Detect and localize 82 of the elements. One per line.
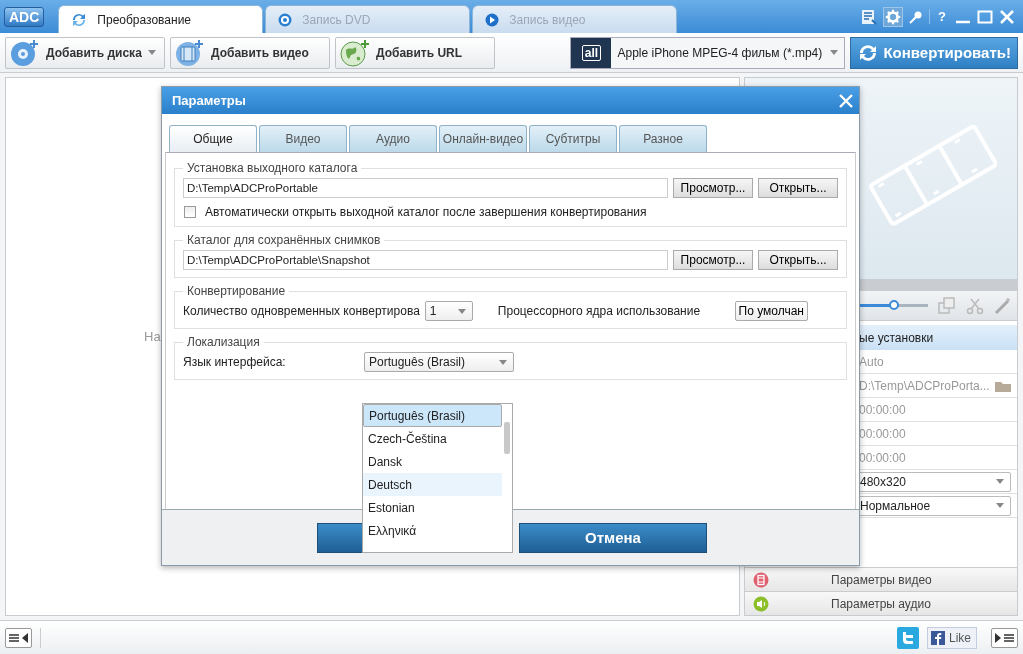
caret-icon [996, 503, 1004, 508]
dialog-title: Параметры [172, 93, 247, 108]
language-option[interactable]: Estonian [363, 496, 502, 519]
settings-tab[interactable]: Разное [619, 125, 707, 152]
left-arrow-icon [22, 632, 28, 643]
mode-tab[interactable]: Преобразование [58, 5, 264, 33]
slider-thumb[interactable] [889, 300, 899, 310]
cancel-button[interactable]: Отмена [519, 522, 707, 553]
open-button[interactable]: Открыть... [758, 250, 838, 270]
property-value: 00:00:00 [859, 426, 907, 441]
format-select[interactable]: all Apple iPhone MPEG-4 фильм (*.mp4) [570, 36, 846, 69]
property-value: 00:00:00 [859, 402, 907, 417]
property-value: 00:00:00 [859, 450, 907, 465]
add-button[interactable]: Добавить URL [335, 36, 495, 69]
film-add-icon [175, 38, 205, 67]
checkbox-label: Автоматически открыть выходной каталог после завершения конвертирования [205, 205, 647, 219]
disc-add-icon [10, 38, 40, 67]
count-select[interactable]: 1 [424, 301, 473, 321]
property-value: Auto [859, 354, 885, 369]
f-logo-icon [931, 630, 945, 645]
property-value: D:\Temp\ADCProPorta... [859, 378, 991, 393]
panel-toggle-button[interactable] [991, 627, 1018, 648]
language-label: Язык интерфейса: [183, 355, 287, 369]
settings-tab[interactable]: Аудио [349, 125, 437, 152]
speaker-icon [753, 595, 769, 612]
path-field[interactable]: D:\Temp\ADCProPortable [183, 178, 668, 198]
playlist-toggle-button[interactable] [5, 627, 32, 648]
settings-tab[interactable]: Видео [259, 125, 347, 152]
cores-label: Процессорного ядра использование [497, 304, 701, 318]
log-icon[interactable] [861, 8, 878, 25]
count-label: Количество одновременных конвертирова [183, 304, 420, 318]
language-option[interactable]: Português (Brasil) [363, 404, 502, 427]
caret-icon [457, 308, 466, 314]
list-icon [9, 632, 19, 643]
language-select[interactable]: Português (Brasil) [364, 352, 514, 372]
group-title: Каталог для сохранённых снимков [186, 233, 382, 247]
scrollbar-thumb[interactable] [504, 422, 510, 454]
language-option[interactable]: Ελληνικά [363, 519, 502, 542]
list-icon [1004, 632, 1014, 643]
app-logo: ADC [4, 6, 45, 27]
key-icon[interactable] [909, 9, 924, 24]
group-title: Локализация [186, 335, 261, 349]
language-option[interactable]: Dansk [363, 450, 502, 473]
caret-icon [148, 50, 156, 55]
like-button[interactable]: Like [927, 626, 977, 649]
disc-icon [278, 12, 293, 27]
caret-icon [499, 359, 507, 365]
caret-icon [830, 50, 839, 55]
maximize-icon[interactable] [977, 8, 993, 25]
settings-tab[interactable]: Онлайн-видео [439, 125, 527, 152]
path-field[interactable]: D:\Temp\ADCProPortable\Snapshot [183, 250, 668, 270]
settings-icon[interactable] [883, 6, 904, 27]
add-button[interactable]: Добавить диска [5, 36, 165, 69]
play-icon [485, 12, 500, 27]
close-button[interactable] [839, 93, 853, 108]
group-title: Установка выходного каталога [186, 161, 359, 175]
group-title: Конвертирование [186, 284, 287, 298]
copy-icon[interactable] [938, 296, 956, 315]
refresh-icon [71, 11, 88, 28]
settings-tab[interactable]: Общие [169, 125, 257, 152]
browse-button[interactable]: Просмотр... [673, 250, 753, 270]
add-button[interactable]: Добавить видео [170, 36, 330, 69]
scissors-icon[interactable] [966, 296, 984, 315]
language-option[interactable]: Czech-Čeština [363, 427, 502, 450]
open-button[interactable]: Открыть... [758, 178, 838, 198]
section-bar[interactable]: Параметры аудио [745, 591, 1017, 615]
checkbox[interactable] [184, 206, 196, 218]
section-bar[interactable]: Параметры видео [745, 567, 1017, 591]
caret-icon [996, 479, 1004, 484]
hint-text: На [144, 329, 161, 344]
browse-button[interactable]: Просмотр... [673, 178, 753, 198]
right-arrow-icon [995, 632, 1001, 643]
wand-icon[interactable] [994, 296, 1012, 315]
bird-icon[interactable] [897, 626, 919, 649]
close-icon[interactable] [999, 8, 1015, 25]
folder-icon[interactable] [995, 379, 1011, 392]
settings-tab[interactable]: Субтитры [529, 125, 617, 152]
format-badge-icon: all [571, 37, 612, 68]
language-option[interactable]: Deutsch [363, 473, 502, 496]
globe-add-icon [340, 38, 370, 67]
film-icon [753, 571, 769, 588]
cores-button[interactable]: По умолчан [734, 301, 808, 321]
